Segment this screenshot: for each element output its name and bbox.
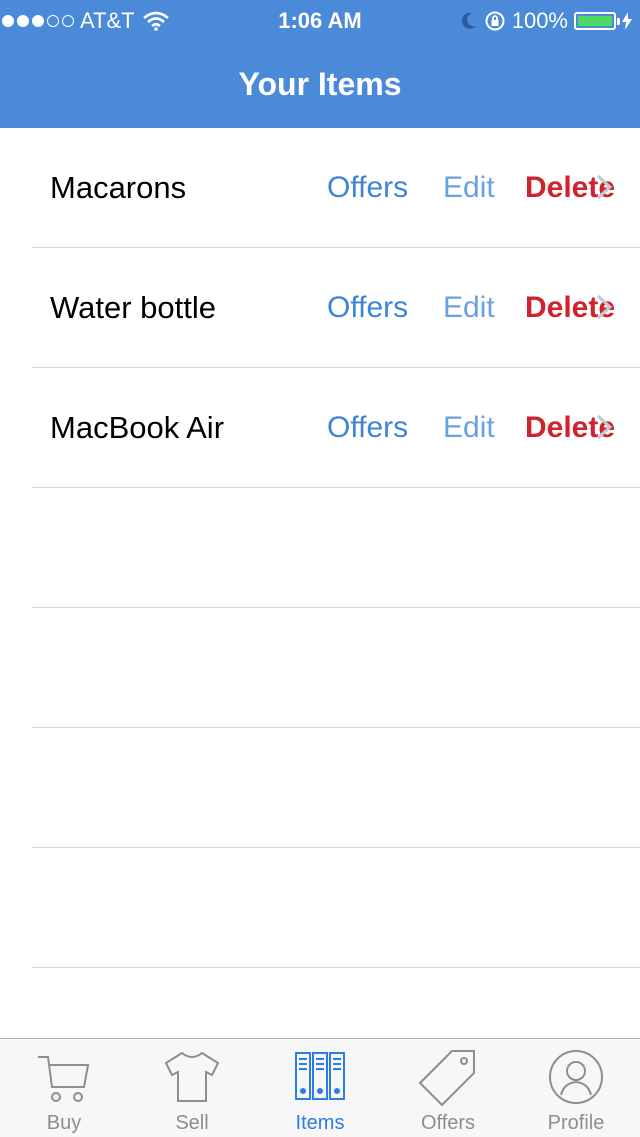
- moon-icon: [461, 12, 476, 29]
- list-item[interactable]: MacBook Air Offers Edit Delete: [32, 368, 640, 488]
- rotation-lock-icon: [485, 11, 505, 31]
- chevron-right-icon: [596, 174, 613, 200]
- edit-button[interactable]: Edit: [443, 288, 495, 328]
- empty-row: [32, 728, 640, 848]
- tab-items[interactable]: Items: [256, 1039, 384, 1137]
- tab-label: Items: [295, 1112, 345, 1134]
- offers-button[interactable]: Offers: [327, 408, 408, 448]
- tab-label: Buy: [46, 1112, 82, 1134]
- item-name: Macarons: [50, 170, 187, 205]
- chevron-right-icon: [596, 414, 613, 440]
- status-right: 100%: [460, 8, 632, 34]
- page-title: Your Items: [238, 66, 402, 102]
- list-item[interactable]: Macarons Offers Edit Delete: [32, 128, 640, 248]
- tab-buy[interactable]: Buy: [0, 1039, 128, 1137]
- tab-sell[interactable]: Sell: [128, 1039, 256, 1137]
- empty-row: [32, 848, 640, 968]
- shirt-icon: [164, 1051, 220, 1102]
- battery-icon: [574, 12, 620, 30]
- tab-label: Profile: [547, 1112, 605, 1134]
- tag-icon: [418, 1050, 475, 1107]
- list-item[interactable]: Water bottle Offers Edit Delete: [32, 248, 640, 368]
- edit-button[interactable]: Edit: [443, 168, 495, 208]
- empty-row: [32, 488, 640, 608]
- item-name: MacBook Air: [50, 410, 225, 445]
- edit-button[interactable]: Edit: [443, 408, 495, 448]
- binders-icon: [295, 1052, 345, 1100]
- header: AT&T 1:06 AM 100% Your Items: [0, 0, 640, 128]
- items-list: Macarons Offers Edit Delete Water bottle…: [0, 128, 640, 968]
- tab-profile[interactable]: Profile: [512, 1039, 640, 1137]
- empty-row: [32, 608, 640, 728]
- tab-label: Offers: [420, 1112, 476, 1134]
- tab-offers[interactable]: Offers: [384, 1039, 512, 1137]
- tab-bar: Buy Sell Items Offers Profile: [0, 1038, 640, 1137]
- person-icon: [549, 1050, 603, 1104]
- status-bar: AT&T 1:06 AM 100%: [0, 0, 640, 40]
- tab-label: Sell: [175, 1112, 209, 1134]
- charging-icon: [622, 12, 632, 30]
- offers-button[interactable]: Offers: [327, 168, 408, 208]
- offers-button[interactable]: Offers: [327, 288, 408, 328]
- item-name: Water bottle: [50, 290, 216, 325]
- chevron-right-icon: [596, 294, 613, 320]
- cart-icon: [38, 1056, 90, 1102]
- battery-percent: 100%: [511, 8, 568, 33]
